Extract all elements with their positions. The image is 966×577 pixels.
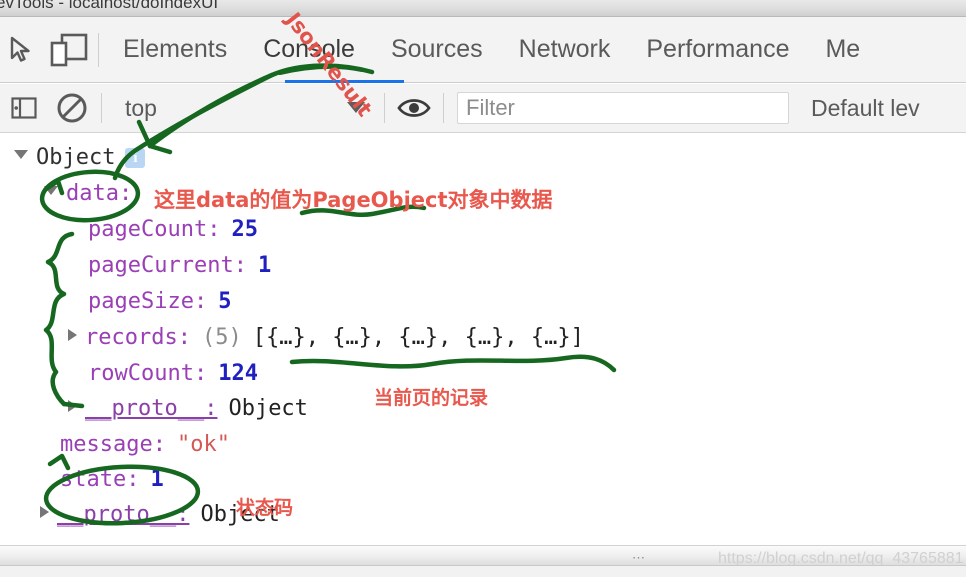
property-row-records[interactable]: records: (5) [{…}, {…}, {…}, {…}, {…}] [68, 325, 584, 350]
disclosure-triangle-icon[interactable] [68, 400, 77, 412]
tab-sources[interactable]: Sources [373, 17, 501, 83]
property-row-pagesize: pageSize: 5 [88, 289, 231, 314]
property-key: records: [85, 325, 191, 350]
filter-input[interactable]: Filter [457, 92, 789, 124]
array-length: (5) [201, 325, 242, 350]
disclosure-triangle-icon[interactable] [40, 506, 49, 518]
disclosure-triangle-icon[interactable] [68, 329, 77, 341]
annotation-records-note: 当前页的记录 [374, 387, 489, 409]
property-value: [{…}, {…}, {…}, {…}, {…}] [252, 325, 584, 350]
window-title: evTools - localhost/doIndexUI [0, 0, 219, 12]
live-expression-eye-icon[interactable] [390, 84, 438, 133]
property-value: 25 [231, 217, 258, 242]
resize-grip-icon[interactable]: ⋯ [632, 550, 646, 566]
root-object-label: Object [36, 145, 116, 170]
toolbar-divider [98, 32, 99, 67]
console-root-object[interactable]: Object i [14, 145, 146, 170]
tab-memory[interactable]: Me [807, 17, 878, 83]
property-key: pageCount: [88, 217, 221, 242]
property-key: pageSize: [88, 289, 208, 314]
property-row-rowcount: rowCount: 124 [88, 361, 258, 386]
clear-console-icon[interactable] [48, 84, 96, 133]
property-value: 124 [218, 361, 258, 386]
property-value: 5 [218, 289, 232, 314]
property-key: pageCurrent: [88, 253, 247, 278]
console-toolbar-divider-2 [384, 93, 385, 123]
property-value: 1 [257, 253, 272, 278]
annotation-data-note: 这里data的值为PageObject对象中数据 [154, 188, 553, 212]
property-value: "ok" [176, 432, 230, 457]
bottom-strip [0, 565, 966, 577]
property-row-state: state: 1 [60, 467, 164, 492]
tab-elements[interactable]: Elements [105, 17, 245, 83]
property-key: rowCount: [88, 361, 208, 386]
property-key: __proto__: [85, 396, 218, 421]
property-row-proto-inner[interactable]: __proto__: Object [68, 396, 308, 421]
console-toolbar-divider-3 [443, 93, 444, 123]
console-toolbar: top Filter Default lev [0, 84, 966, 133]
disclosure-triangle-open-icon[interactable] [44, 186, 58, 195]
property-value: 1 [150, 467, 164, 492]
property-row-pagecurrent: pageCurrent: 1 [88, 253, 271, 278]
console-toolbar-divider [101, 93, 102, 123]
inspect-cursor-icon[interactable] [0, 17, 46, 83]
window-title-bar: evTools - localhost/doIndexUI [0, 0, 966, 17]
property-key: state: [60, 467, 140, 492]
property-row-pagecount: pageCount: 25 [88, 217, 258, 242]
tab-network[interactable]: Network [501, 17, 629, 83]
tab-performance[interactable]: Performance [628, 17, 807, 83]
devtools-tab-strip: Elements Console Sources Network Perform… [0, 17, 966, 83]
devtools-window: evTools - localhost/doIndexUI Elements C… [0, 0, 966, 577]
execution-context-label: top [125, 94, 157, 121]
property-key: __proto__: [57, 502, 190, 527]
console-sidebar-icon[interactable] [0, 84, 48, 133]
property-value: Object [228, 396, 308, 421]
info-badge-icon[interactable]: i [125, 148, 146, 168]
annotation-state-note: 状态码 [236, 497, 294, 519]
device-toolbar-icon[interactable] [46, 17, 92, 83]
property-row-message: message: "ok" [60, 432, 230, 457]
log-levels-selector[interactable]: Default lev [811, 95, 920, 122]
property-key: data: [66, 181, 133, 206]
property-row-data[interactable]: data: [44, 181, 132, 206]
disclosure-triangle-open-icon[interactable] [14, 150, 28, 159]
property-key: message: [60, 432, 166, 457]
bottom-ghost-text [8, 566, 12, 577]
